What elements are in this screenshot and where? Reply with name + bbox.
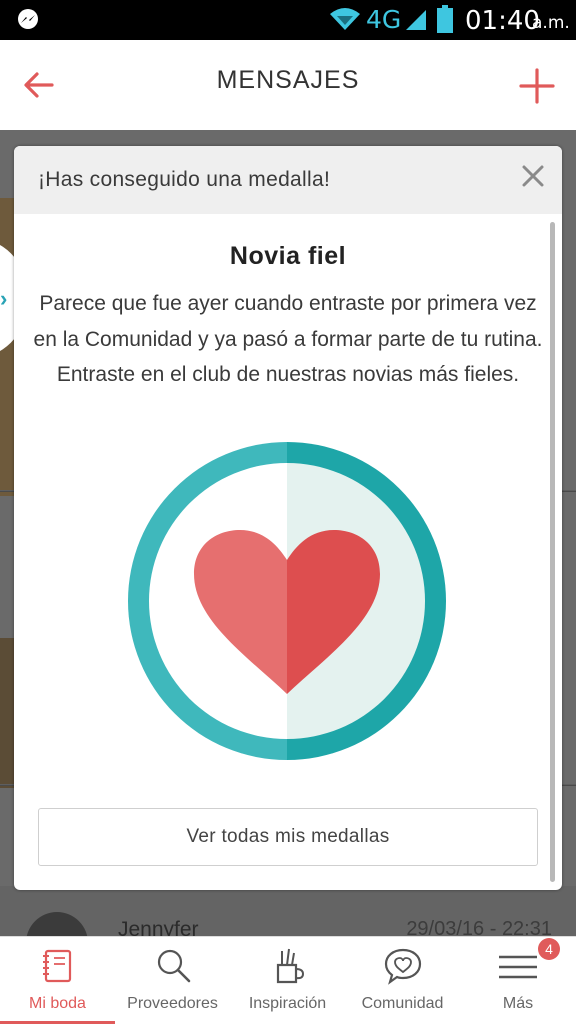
background-strip xyxy=(0,638,14,788)
notification-badge: 4 xyxy=(538,938,560,960)
search-icon xyxy=(157,949,190,983)
list-item-name: Jennyfer xyxy=(118,918,199,936)
bottom-navigation: Mi boda Proveedores Inspiración Comunida… xyxy=(0,936,576,1024)
nav-label: Comunidad xyxy=(361,995,444,1012)
scrollbar[interactable] xyxy=(550,222,555,882)
nav-label: Proveedores xyxy=(127,995,218,1012)
battery-icon xyxy=(437,5,453,33)
app-bar: MENSAJES xyxy=(0,40,576,130)
medal-name: Novia fiel xyxy=(229,242,347,270)
nav-item-mi-boda[interactable]: Mi boda xyxy=(0,937,115,1024)
pencil-cup-icon xyxy=(276,948,304,984)
nav-label: Más xyxy=(502,995,534,1012)
menu-icon xyxy=(499,955,537,979)
heart-medal-icon xyxy=(128,442,446,760)
notebook-icon xyxy=(42,949,71,983)
nav-item-inspiracion[interactable]: Inspiración xyxy=(230,937,345,1024)
chevron-right-icon: › xyxy=(0,286,8,311)
signal-icon xyxy=(406,10,426,30)
nav-label: Inspiración xyxy=(248,995,327,1012)
medal-description: Parece que fue ayer cuando entraste por … xyxy=(33,292,543,386)
network-type: 4G xyxy=(366,5,402,34)
nav-label: Mi boda xyxy=(29,995,86,1012)
messenger-icon xyxy=(18,9,38,29)
heart-chat-icon xyxy=(384,948,421,985)
page-title: MENSAJES xyxy=(216,66,360,94)
close-icon[interactable] xyxy=(520,163,546,189)
wifi-icon xyxy=(330,8,360,30)
nav-item-proveedores[interactable]: Proveedores xyxy=(115,937,230,1024)
add-icon[interactable] xyxy=(518,67,556,105)
clock-ampm: a.m. xyxy=(532,13,570,33)
dialog-title: ¡Has conseguido una medalla! xyxy=(38,168,331,191)
list-item-date: 29/03/16 - 22:31 xyxy=(406,918,552,936)
view-all-medals-button[interactable]: Ver todas mis medallas xyxy=(38,808,538,866)
dialog-header: ¡Has conseguido una medalla! xyxy=(14,146,562,214)
background-list-item: Jennyfer 29/03/16 - 22:31 xyxy=(0,886,576,936)
avatar xyxy=(26,912,88,936)
clock-time: 01:40 xyxy=(465,6,540,36)
medal-dialog: ¡Has conseguido una medalla! Novia fiel … xyxy=(14,146,562,890)
nav-item-comunidad[interactable]: Comunidad xyxy=(345,937,460,1024)
status-bar: 4G 01:40 a.m. xyxy=(0,0,576,40)
